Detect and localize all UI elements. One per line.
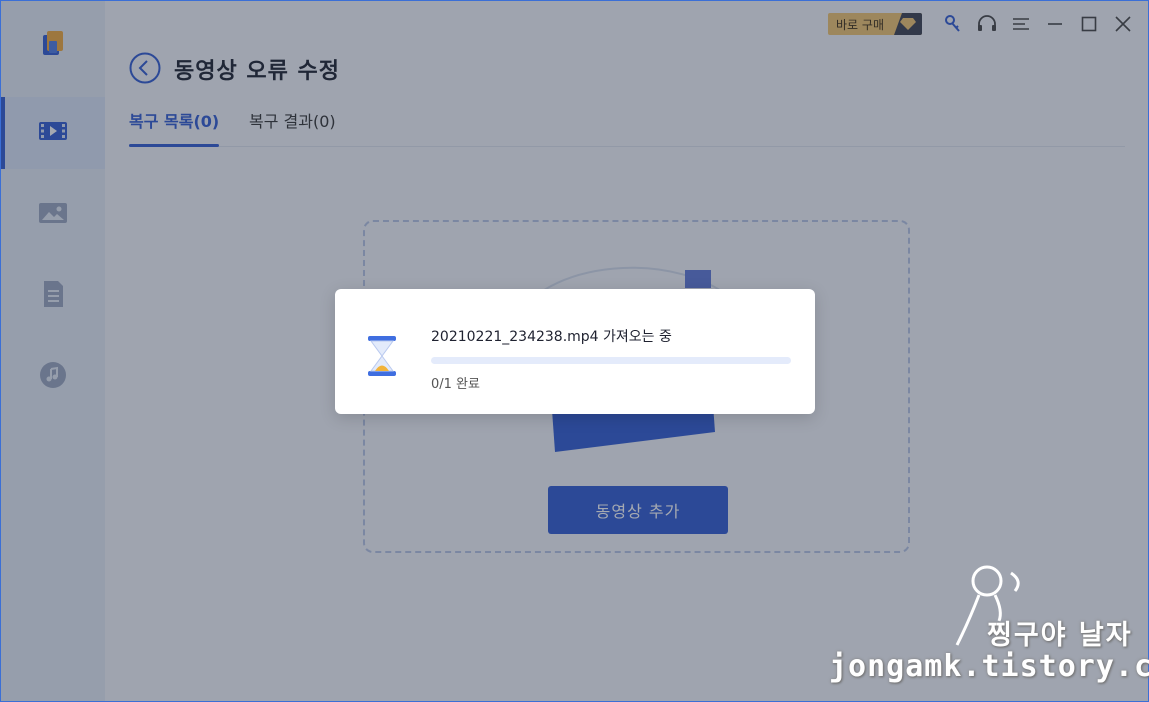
watermark-text: 찡구야 날자: [987, 620, 1133, 651]
import-progress-dialog: 20210221_234238.mp4 가져오는 중 0/1 완료: [335, 289, 815, 414]
app-window: 바로 구매 동영상 오류 수정 복구 목록(0) 복구 결과(0) 동영상 추가…: [0, 0, 1149, 702]
watermark-url: jongamk.tistory.com: [829, 649, 1149, 684]
progress-status: 0/1 완료: [431, 377, 480, 392]
progress-bar: [431, 357, 791, 364]
hourglass-icon: [367, 336, 397, 376]
import-file-title: 20210221_234238.mp4 가져오는 중: [431, 329, 672, 345]
